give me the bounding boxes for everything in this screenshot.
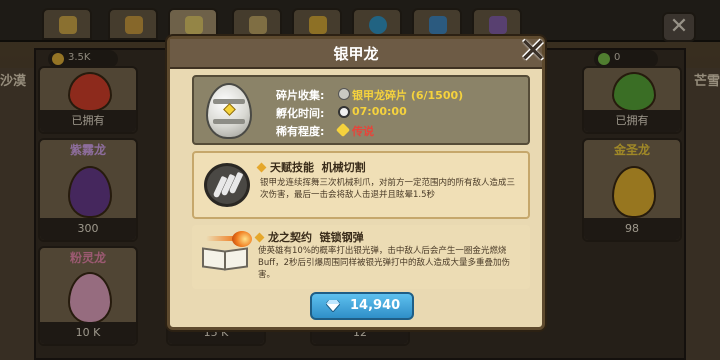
clock-icon — [338, 106, 350, 118]
contract-tag: 龙之契约 — [268, 231, 312, 244]
hatch-time: 07:00:00 — [352, 105, 407, 118]
bullet-icon — [254, 232, 265, 243]
talent-name: 机械切割 — [321, 161, 366, 174]
shard-value: 银甲龙碎片 (6/1500) — [352, 89, 464, 102]
buy-button[interactable]: 14,940 — [310, 292, 414, 320]
shard-label: 碎片收集: — [276, 89, 325, 102]
claw-icon — [204, 163, 250, 207]
dragon-contract-panel: 龙之契约 链锁钢弹 使英雄有10%的概率打出银光弹，击中敌人后会产生一圈金光燃烧… — [192, 225, 530, 289]
rarity-label: 稀有程度: — [276, 125, 325, 138]
rarity-row: 稀有程度: 传说 — [276, 122, 374, 139]
book-icon — [202, 247, 250, 275]
buy-price: 14,940 — [350, 298, 401, 313]
contract-description: 使英雄有10%的概率打出银光弹，击中敌人后会产生一圈金光燃烧Buff，2秒后引爆… — [258, 246, 510, 280]
dialog-title: 银甲龙 — [170, 39, 542, 69]
talent-description: 银甲龙连续挥舞三次机械利爪，对前方一定范围内的所有敌人造成三次伤害，最后一击会将… — [260, 178, 516, 200]
talent-tag: 天赋技能 — [270, 161, 314, 174]
fireball-icon — [232, 231, 252, 247]
hatch-label: 孵化时间: — [276, 107, 325, 120]
hatch-row: 孵化时间: 07:00:00 — [276, 105, 407, 121]
diamond-icon — [326, 300, 340, 312]
contract-heading: 龙之契约 链锁钢弹 — [254, 229, 364, 245]
silver-egg-icon — [206, 83, 252, 139]
bullet-icon — [256, 162, 267, 173]
contract-name: 链锁钢弹 — [319, 231, 364, 244]
rarity-value: 传说 — [352, 125, 374, 138]
dragon-detail-dialog: 银甲龙 碎片收集: 银甲龙碎片 (6/1500) 孵化时间: 07:00:00 … — [167, 36, 545, 330]
egg-info-panel: 碎片收集: 银甲龙碎片 (6/1500) 孵化时间: 07:00:00 稀有程度… — [192, 75, 530, 145]
shard-icon — [338, 88, 350, 100]
shard-row: 碎片收集: 银甲龙碎片 (6/1500) — [276, 87, 463, 103]
talent-skill-panel: 天赋技能 机械切割 银甲龙连续挥舞三次机械利爪，对前方一定范围内的所有敌人造成三… — [192, 151, 530, 219]
talent-heading: 天赋技能 机械切割 — [256, 159, 366, 175]
dialog-close-button[interactable]: ✕ — [515, 34, 551, 68]
star-icon — [335, 122, 351, 138]
